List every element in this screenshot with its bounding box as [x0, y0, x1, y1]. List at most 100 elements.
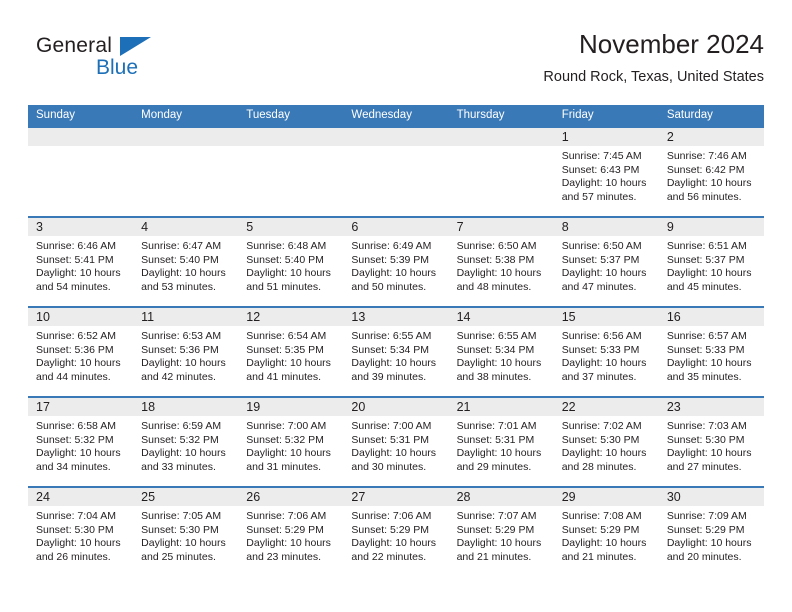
day-cell[interactable]: 9 Sunrise: 6:51 AM Sunset: 5:37 PM Dayli…: [659, 218, 764, 306]
day-cell[interactable]: 28 Sunrise: 7:07 AM Sunset: 5:29 PM Dayl…: [449, 488, 554, 576]
day-cell[interactable]: 8 Sunrise: 6:50 AM Sunset: 5:37 PM Dayli…: [554, 218, 659, 306]
general-blue-logo[interactable]: General Blue: [36, 34, 176, 88]
day-cell[interactable]: 13 Sunrise: 6:55 AM Sunset: 5:34 PM Dayl…: [343, 308, 448, 396]
day-cell[interactable]: [238, 128, 343, 216]
sunrise-text: Sunrise: 6:56 AM: [561, 330, 642, 342]
day-details: Sunrise: 6:55 AM Sunset: 5:34 PM Dayligh…: [457, 330, 550, 384]
sunrise-text: Sunrise: 7:46 AM: [666, 150, 747, 162]
day-number: 5: [246, 220, 254, 234]
day-number: 6: [351, 220, 359, 234]
day-details: Sunrise: 7:05 AM Sunset: 5:30 PM Dayligh…: [141, 510, 234, 564]
daylight-text: Daylight: 10 hours and 20 minutes.: [666, 537, 752, 563]
day-cell[interactable]: 6 Sunrise: 6:49 AM Sunset: 5:39 PM Dayli…: [343, 218, 448, 306]
day-cell[interactable]: 1 Sunrise: 7:45 AM Sunset: 6:43 PM Dayli…: [554, 128, 659, 216]
day-details: Sunrise: 6:48 AM Sunset: 5:40 PM Dayligh…: [246, 240, 339, 294]
day-cell[interactable]: 10 Sunrise: 6:52 AM Sunset: 5:36 PM Dayl…: [28, 308, 133, 396]
day-number: 17: [36, 400, 50, 414]
day-cell[interactable]: 3 Sunrise: 6:46 AM Sunset: 5:41 PM Dayli…: [28, 218, 133, 306]
day-cell[interactable]: [343, 128, 448, 216]
day-number: 18: [141, 400, 156, 414]
day-number: 1: [561, 130, 569, 144]
day-cell[interactable]: 21 Sunrise: 7:01 AM Sunset: 5:31 PM Dayl…: [449, 398, 554, 486]
day-cell[interactable]: 20 Sunrise: 7:00 AM Sunset: 5:31 PM Dayl…: [343, 398, 448, 486]
day-number: 29: [561, 490, 576, 504]
day-details: Sunrise: 7:00 AM Sunset: 5:31 PM Dayligh…: [351, 420, 444, 474]
day-cell[interactable]: 11 Sunrise: 6:53 AM Sunset: 5:36 PM Dayl…: [133, 308, 238, 396]
calendar-page: General Blue November 2024 Round Rock, T…: [0, 0, 792, 612]
sunset-text: Sunset: 6:42 PM: [666, 163, 745, 176]
day-cell[interactable]: 25 Sunrise: 7:05 AM Sunset: 5:30 PM Dayl…: [133, 488, 238, 576]
day-number: 20: [351, 400, 366, 414]
day-cell[interactable]: 15 Sunrise: 6:56 AM Sunset: 5:33 PM Dayl…: [554, 308, 659, 396]
calendar-week-row: 1 Sunrise: 7:45 AM Sunset: 6:43 PM Dayli…: [28, 126, 764, 216]
day-details: Sunrise: 6:56 AM Sunset: 5:33 PM Dayligh…: [562, 330, 655, 384]
daylight-text: Daylight: 10 hours and 23 minutes.: [246, 537, 331, 563]
day-cell[interactable]: [449, 128, 554, 216]
day-cell[interactable]: 7 Sunrise: 6:50 AM Sunset: 5:38 PM Dayli…: [449, 218, 554, 306]
sunset-text: Sunset: 5:32 PM: [36, 433, 114, 446]
day-cell[interactable]: 19 Sunrise: 7:00 AM Sunset: 5:32 PM Dayl…: [238, 398, 343, 486]
day-details: Sunrise: 7:46 AM Sunset: 6:42 PM Dayligh…: [667, 150, 760, 204]
sunrise-text: Sunrise: 7:07 AM: [456, 510, 537, 522]
day-cell[interactable]: 24 Sunrise: 7:04 AM Sunset: 5:30 PM Dayl…: [28, 488, 133, 576]
sunrise-text: Sunrise: 7:05 AM: [141, 510, 222, 522]
sunset-text: Sunset: 5:33 PM: [666, 343, 745, 356]
day-number: 7: [456, 220, 464, 234]
daylight-text: Daylight: 10 hours and 48 minutes.: [456, 267, 542, 293]
day-cell[interactable]: [133, 128, 238, 216]
calendar-grid: Sunday Monday Tuesday Wednesday Thursday…: [28, 105, 764, 576]
daylight-text: Daylight: 10 hours and 37 minutes.: [561, 357, 647, 383]
calendar-week-row: 17 Sunrise: 6:58 AM Sunset: 5:32 PM Dayl…: [28, 396, 764, 486]
sunset-text: Sunset: 5:29 PM: [351, 523, 430, 536]
sunrise-text: Sunrise: 6:59 AM: [141, 420, 222, 432]
day-cell[interactable]: 4 Sunrise: 6:47 AM Sunset: 5:40 PM Dayli…: [133, 218, 238, 306]
sunrise-text: Sunrise: 6:54 AM: [246, 330, 327, 342]
day-details: Sunrise: 6:53 AM Sunset: 5:36 PM Dayligh…: [141, 330, 234, 384]
sunrise-text: Sunrise: 6:55 AM: [456, 330, 537, 342]
day-cell[interactable]: 23 Sunrise: 7:03 AM Sunset: 5:30 PM Dayl…: [659, 398, 764, 486]
daylight-text: Daylight: 10 hours and 25 minutes.: [141, 537, 226, 563]
day-number: 21: [456, 400, 471, 414]
sunset-text: Sunset: 5:34 PM: [456, 343, 535, 356]
day-number: 22: [561, 400, 576, 414]
day-cell[interactable]: 29 Sunrise: 7:08 AM Sunset: 5:29 PM Dayl…: [554, 488, 659, 576]
weekday-header-friday: Friday: [561, 109, 594, 121]
day-cell[interactable]: 12 Sunrise: 6:54 AM Sunset: 5:35 PM Dayl…: [238, 308, 343, 396]
day-cell[interactable]: 22 Sunrise: 7:02 AM Sunset: 5:30 PM Dayl…: [554, 398, 659, 486]
day-cell[interactable]: 14 Sunrise: 6:55 AM Sunset: 5:34 PM Dayl…: [449, 308, 554, 396]
day-cell[interactable]: 26 Sunrise: 7:06 AM Sunset: 5:29 PM Dayl…: [238, 488, 343, 576]
day-details: Sunrise: 7:06 AM Sunset: 5:29 PM Dayligh…: [351, 510, 444, 564]
daylight-text: Daylight: 10 hours and 44 minutes.: [36, 357, 121, 383]
daylight-text: Daylight: 10 hours and 41 minutes.: [246, 357, 331, 383]
weekday-header-sunday: Sunday: [36, 109, 76, 121]
sunset-text: Sunset: 5:30 PM: [141, 523, 219, 536]
day-cell[interactable]: 16 Sunrise: 6:57 AM Sunset: 5:33 PM Dayl…: [659, 308, 764, 396]
day-cell[interactable]: 27 Sunrise: 7:06 AM Sunset: 5:29 PM Dayl…: [343, 488, 448, 576]
daylight-text: Daylight: 10 hours and 54 minutes.: [36, 267, 121, 293]
sunset-text: Sunset: 5:29 PM: [666, 523, 745, 536]
weekday-header-saturday: Saturday: [666, 109, 713, 121]
day-cell[interactable]: 5 Sunrise: 6:48 AM Sunset: 5:40 PM Dayli…: [238, 218, 343, 306]
sunset-text: Sunset: 5:35 PM: [246, 343, 324, 356]
page-title: November 2024: [579, 29, 764, 59]
day-number: 30: [666, 490, 681, 504]
sunrise-text: Sunrise: 6:52 AM: [36, 330, 116, 342]
day-cell[interactable]: 17 Sunrise: 6:58 AM Sunset: 5:32 PM Dayl…: [28, 398, 133, 486]
daylight-text: Daylight: 10 hours and 27 minutes.: [666, 447, 752, 473]
day-number: 12: [246, 310, 261, 324]
day-details: Sunrise: 7:04 AM Sunset: 5:30 PM Dayligh…: [36, 510, 129, 564]
sunset-text: Sunset: 5:36 PM: [141, 343, 219, 356]
day-details: Sunrise: 6:57 AM Sunset: 5:33 PM Dayligh…: [667, 330, 760, 384]
day-cell[interactable]: 18 Sunrise: 6:59 AM Sunset: 5:32 PM Dayl…: [133, 398, 238, 486]
day-details: Sunrise: 7:08 AM Sunset: 5:29 PM Dayligh…: [562, 510, 655, 564]
sunrise-text: Sunrise: 6:50 AM: [456, 240, 537, 252]
daylight-text: Daylight: 10 hours and 21 minutes.: [456, 537, 542, 563]
day-cell[interactable]: 2 Sunrise: 7:46 AM Sunset: 6:42 PM Dayli…: [659, 128, 764, 216]
sunrise-text: Sunrise: 7:03 AM: [666, 420, 747, 432]
sunset-text: Sunset: 5:41 PM: [36, 253, 114, 266]
day-details: Sunrise: 7:09 AM Sunset: 5:29 PM Dayligh…: [667, 510, 760, 564]
weekday-header-wednesday: Wednesday: [351, 109, 412, 121]
sunset-text: Sunset: 6:43 PM: [561, 163, 640, 176]
day-cell[interactable]: [28, 128, 133, 216]
day-cell[interactable]: 30 Sunrise: 7:09 AM Sunset: 5:29 PM Dayl…: [659, 488, 764, 576]
